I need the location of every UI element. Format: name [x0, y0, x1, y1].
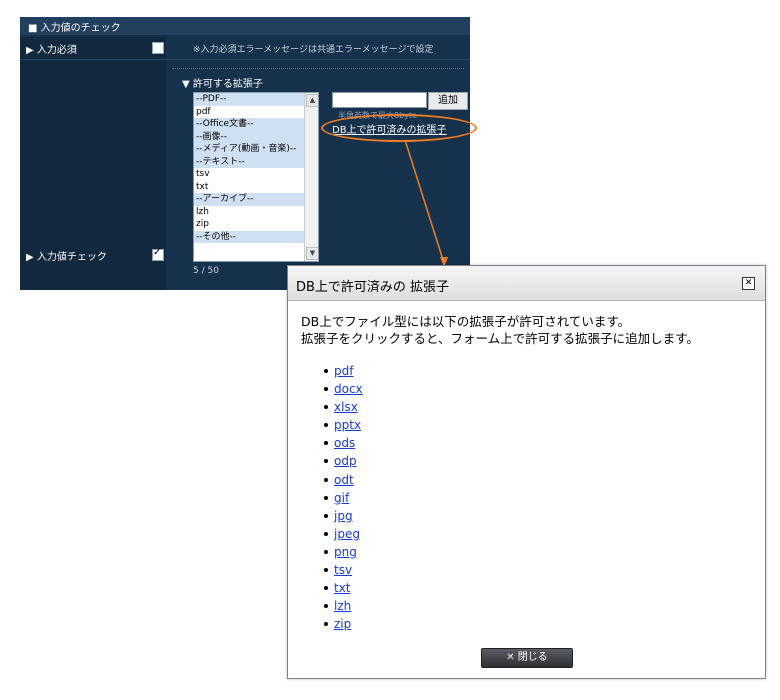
extension-link-odp[interactable]: odp: [334, 454, 357, 468]
x-icon: ✕: [506, 652, 515, 663]
extension-list-item: ods: [324, 434, 363, 452]
extension-link-ods[interactable]: ods: [334, 436, 355, 450]
extension-link-lzh[interactable]: lzh: [334, 599, 351, 613]
extension-list-item: gif: [324, 489, 363, 507]
extension-list-item: lzh: [324, 597, 363, 615]
extension-list-item: jpeg: [324, 525, 363, 543]
close-button[interactable]: ✕ 閉じる: [481, 648, 573, 668]
dialog-title: DB上で許可済みの 拡張子: [296, 280, 450, 295]
extension-list-item: zip: [324, 615, 363, 633]
extension-list-item: odt: [324, 471, 363, 489]
extension-link-pptx[interactable]: pptx: [334, 418, 361, 432]
dialog-message-line2: 拡張子をクリックすると、フォーム上で許可する拡張子に追加します。: [301, 331, 699, 346]
extension-link-txt[interactable]: txt: [334, 581, 351, 595]
extension-link-tsv[interactable]: tsv: [334, 563, 352, 577]
extension-list-item: xlsx: [324, 398, 363, 416]
extension-list-item: tsv: [324, 561, 363, 579]
extension-link-xlsx[interactable]: xlsx: [334, 400, 358, 414]
dialog-message-line1: DB上でファイル型には以下の拡張子が許可されています。: [301, 314, 631, 329]
extension-list-item: odp: [324, 452, 363, 470]
close-button-label: 閉じる: [517, 652, 548, 663]
dialog-titlebar: DB上で許可済みの 拡張子 ✕: [288, 266, 765, 301]
extension-link-jpg[interactable]: jpg: [334, 509, 353, 523]
extension-list-item: jpg: [324, 507, 363, 525]
extension-list-item: txt: [324, 579, 363, 597]
db-extensions-dialog: DB上で許可済みの 拡張子 ✕ DB上でファイル型には以下の拡張子が許可されてい…: [287, 265, 766, 679]
extension-link-pdf[interactable]: pdf: [334, 364, 353, 378]
extension-link-gif[interactable]: gif: [334, 491, 349, 505]
close-icon[interactable]: ✕: [742, 277, 755, 290]
extension-link-jpeg[interactable]: jpeg: [334, 527, 360, 541]
extension-list-item: pptx: [324, 416, 363, 434]
extension-link-png[interactable]: png: [334, 545, 357, 559]
extension-link-odt[interactable]: odt: [334, 473, 354, 487]
extension-link-zip[interactable]: zip: [334, 617, 351, 631]
extension-list-item: docx: [324, 380, 363, 398]
extension-list-item: pdf: [324, 362, 363, 380]
extension-list: pdf docx xlsx pptx ods odp odt gif jpg jpeg png tsv…: [324, 362, 363, 633]
extension-list-item: png: [324, 543, 363, 561]
extension-link-docx[interactable]: docx: [334, 382, 363, 396]
dialog-message: DB上でファイル型には以下の拡張子が許可されています。 拡張子をクリックすると、…: [301, 313, 699, 347]
